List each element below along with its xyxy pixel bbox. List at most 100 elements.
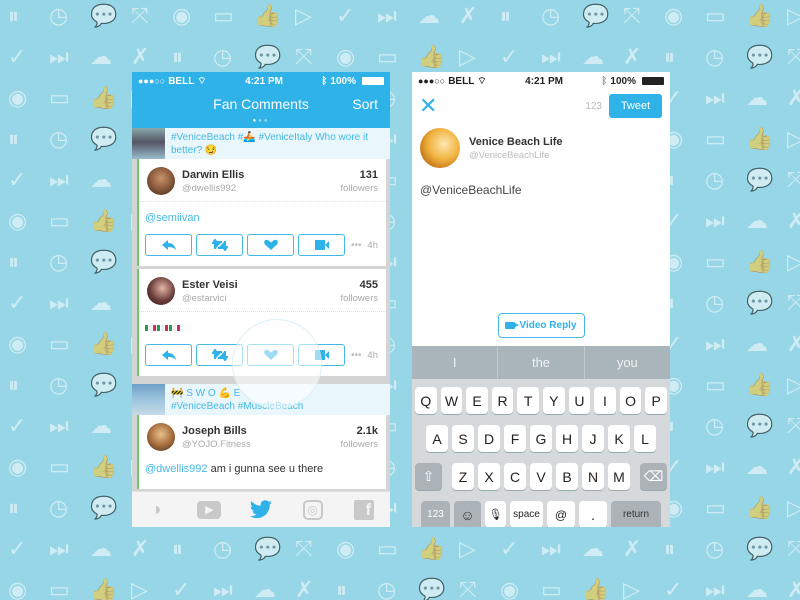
key-q[interactable]: Q	[415, 387, 437, 414]
cloud-icon: ☁	[746, 86, 768, 111]
suggestion[interactable]: I	[412, 346, 499, 379]
pause-icon: ⏸	[664, 45, 676, 70]
key-j[interactable]: J	[582, 425, 604, 452]
check-icon: ✓	[8, 291, 27, 316]
key-u[interactable]: U	[568, 387, 591, 414]
numbers-key[interactable]: 123	[421, 501, 450, 527]
key-z[interactable]: Z	[452, 463, 474, 490]
key-h[interactable]: H	[556, 425, 578, 452]
close-button[interactable]: ✕	[419, 95, 437, 117]
video-reply-button[interactable]: Video Reply	[497, 313, 585, 338]
key-o[interactable]: O	[619, 387, 642, 414]
keyboard: QWERTYUIOP ASDFGHJKL ⇧ ZXCVBNM ⌫ 123 ☺ 🎙…	[412, 379, 670, 527]
tab-youtube[interactable]: ▶	[196, 499, 222, 521]
space-key[interactable]: space	[510, 501, 543, 527]
reply-button[interactable]	[145, 344, 192, 366]
user-name[interactable]: Joseph Bills	[182, 425, 341, 437]
key-n[interactable]: N	[582, 463, 604, 490]
facebook-icon: f	[354, 499, 375, 520]
bluetooth-icon: ᛒ	[601, 75, 608, 87]
key-f[interactable]: F	[504, 425, 526, 452]
at-key[interactable]: @	[547, 501, 575, 527]
suggestion[interactable]: the	[498, 346, 585, 379]
like-button[interactable]	[247, 234, 294, 256]
check-icon: ✓	[8, 537, 27, 562]
eye-icon: ◉	[336, 45, 356, 70]
mention-link[interactable]: @dwellis992	[145, 463, 208, 475]
expand-icon: ⤧	[623, 4, 641, 29]
key-d[interactable]: D	[478, 425, 500, 452]
youtube-icon: ▶	[197, 500, 222, 519]
return-key[interactable]: return	[611, 501, 661, 527]
pause-icon: ⏸	[8, 373, 20, 398]
key-i[interactable]: I	[594, 387, 616, 414]
reply-button[interactable]	[145, 234, 192, 256]
tab-facebook[interactable]: f	[351, 499, 377, 521]
suggestion[interactable]: you	[585, 346, 670, 379]
avatar[interactable]	[147, 423, 175, 451]
timestamp: 4h	[367, 239, 378, 251]
key-m[interactable]: M	[608, 463, 630, 490]
source-post[interactable]: 🚧 S W O 💪 E #VeniceBeach #MuscleBeach	[132, 384, 390, 415]
play-icon: ▷	[623, 578, 640, 600]
page-indicator[interactable]: ●●●	[132, 118, 390, 124]
thumbs-up-icon: 👍	[746, 4, 774, 29]
icon-pattern-background: ⏸ ◷ 💬 ⤧ ◉ ▭ 👍 ▷ ✓ ⏭ ☁ ✗ ⏸ ◷ 💬 ⤧ ◉ ▭ 👍 ▷ ✓ ⏭ ☁ ✗ ⏸ ◷ 💬 ⤧ ◉ ▭ 👍 ▷ ✓ ⏭ ☁ ✗ ⏸ ◷ 💬 ⤧…	[0, 0, 800, 600]
more-options-button[interactable]: •••	[351, 240, 362, 251]
video-icon: ▭	[49, 578, 70, 600]
avatar[interactable]	[147, 277, 175, 305]
retweet-button[interactable]	[196, 234, 243, 256]
shift-key[interactable]: ⇧	[415, 463, 442, 490]
key-t[interactable]: T	[517, 387, 539, 414]
dictation-key[interactable]: 🎙	[485, 501, 506, 527]
key-k[interactable]: K	[608, 425, 630, 452]
character-count: 123	[585, 101, 602, 112]
user-name[interactable]: Ester Veisi	[182, 279, 341, 291]
key-c[interactable]: C	[504, 463, 526, 490]
eye-icon: ◉	[8, 209, 28, 234]
tweet-text-input[interactable]: @VeniceBeachLife	[412, 170, 670, 300]
more-options-button[interactable]: •••	[351, 350, 362, 361]
key-a[interactable]: A	[426, 425, 448, 452]
video-icon: ▭	[705, 4, 726, 29]
key-p[interactable]: P	[645, 387, 667, 414]
key-r[interactable]: R	[491, 387, 514, 414]
emoji-key[interactable]: ☺	[454, 501, 481, 527]
tab-twitter[interactable]	[248, 499, 274, 521]
like-button[interactable]	[247, 344, 294, 366]
battery-percent: 100%	[610, 75, 636, 87]
key-w[interactable]: W	[440, 387, 463, 414]
key-b[interactable]: B	[556, 463, 578, 490]
cloud-icon: ☁	[90, 291, 112, 316]
mention-link[interactable]: @semiivan	[145, 212, 200, 224]
key-g[interactable]: G	[530, 425, 552, 452]
key-l[interactable]: L	[634, 425, 656, 452]
source-post[interactable]: #VeniceBeach #🚣 #VeniceItaly Who wore it…	[132, 128, 390, 159]
key-e[interactable]: E	[466, 387, 488, 414]
chat-bubble-icon: 💬	[746, 414, 774, 439]
wifi-icon: ⌔	[477, 75, 487, 87]
key-y[interactable]: Y	[543, 387, 565, 414]
video-reply-button[interactable]	[298, 234, 345, 256]
retweet-button[interactable]	[196, 344, 243, 366]
sort-button[interactable]: Sort	[352, 96, 378, 112]
key-v[interactable]: V	[530, 463, 552, 490]
key-s[interactable]: S	[452, 425, 474, 452]
chat-bubble-icon: 💬	[90, 496, 118, 521]
tab-vine[interactable]: ◗	[145, 499, 171, 521]
tab-instagram[interactable]: ◎	[300, 499, 326, 521]
avatar[interactable]	[147, 167, 175, 195]
tweet-button[interactable]: Tweet	[609, 94, 662, 118]
thumbs-up-icon: 👍	[418, 45, 446, 70]
period-key[interactable]: .	[579, 501, 607, 527]
play-icon: ▷	[787, 373, 800, 398]
account-handle: @VeniceBeachLife	[469, 149, 550, 161]
video-icon: ▭	[705, 127, 726, 152]
check-icon: ✓	[664, 578, 683, 600]
key-x[interactable]: X	[478, 463, 500, 490]
video-icon: ▭	[49, 86, 70, 111]
comment-text: @dwellis992 am i gunna see u there	[145, 463, 324, 475]
user-name[interactable]: Darwin Ellis	[182, 169, 341, 181]
delete-key[interactable]: ⌫	[640, 463, 667, 490]
video-reply-button[interactable]	[298, 344, 345, 366]
